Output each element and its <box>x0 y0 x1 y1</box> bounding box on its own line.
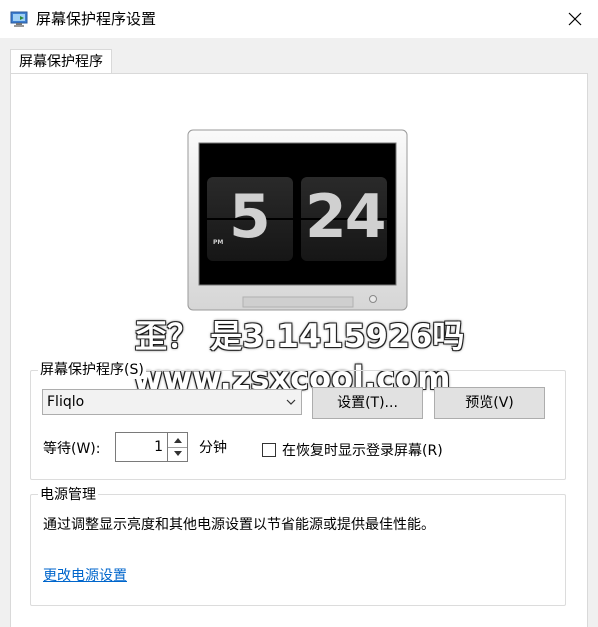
screensaver-select[interactable]: Fliqlo <box>42 389 302 415</box>
window-title: 屏幕保护程序设置 <box>36 10 157 28</box>
wait-label: 等待(W): <box>43 441 101 457</box>
minutes-label: 分钟 <box>199 440 227 456</box>
screensaver-select-value: Fliqlo <box>47 394 85 410</box>
settings-button[interactable]: 设置(T)... <box>312 387 423 419</box>
resume-login-label[interactable]: 在恢复时显示登录屏幕(R) <box>282 442 443 460</box>
tab-screensaver[interactable]: 屏幕保护程序 <box>10 49 112 76</box>
power-description: 通过调整显示亮度和其他电源设置以节省能源或提供最佳性能。 <box>43 517 435 533</box>
title-bar: 屏幕保护程序设置 <box>0 0 598 38</box>
chevron-down-icon <box>285 396 297 408</box>
clock-hour: 5 <box>229 182 271 252</box>
preview-button[interactable]: 预览(V) <box>434 387 545 419</box>
watermark-line-1: 歪？ 是3.1415926吗 <box>135 317 465 355</box>
power-group <box>30 494 566 606</box>
screensaver-preview-monitor: 5 24 PM <box>187 129 408 311</box>
wait-minutes-stepper[interactable] <box>168 432 188 462</box>
chevron-down-icon <box>173 451 182 456</box>
clock-minute: 24 <box>305 182 386 252</box>
change-power-settings-link[interactable]: 更改电源设置 <box>43 567 127 585</box>
resume-login-checkbox[interactable] <box>262 443 276 457</box>
spin-up-button[interactable] <box>168 433 187 448</box>
monitor-settings-icon <box>10 10 28 28</box>
screensaver-group-label: 屏幕保护程序(S) <box>38 361 146 379</box>
screensaver-settings-window: 屏幕保护程序设置 屏幕保护程序 5 24 PM 歪？ 是3.1415926吗 w… <box>0 0 598 627</box>
close-icon <box>568 12 582 26</box>
chevron-up-icon <box>173 438 182 443</box>
tab-strip: 屏幕保护程序 <box>0 38 598 76</box>
spin-down-button[interactable] <box>168 447 187 461</box>
power-group-label: 电源管理 <box>38 486 98 504</box>
wait-minutes-input[interactable]: 1 <box>115 432 168 462</box>
close-button[interactable] <box>552 0 598 38</box>
clock-period: PM <box>213 239 224 246</box>
